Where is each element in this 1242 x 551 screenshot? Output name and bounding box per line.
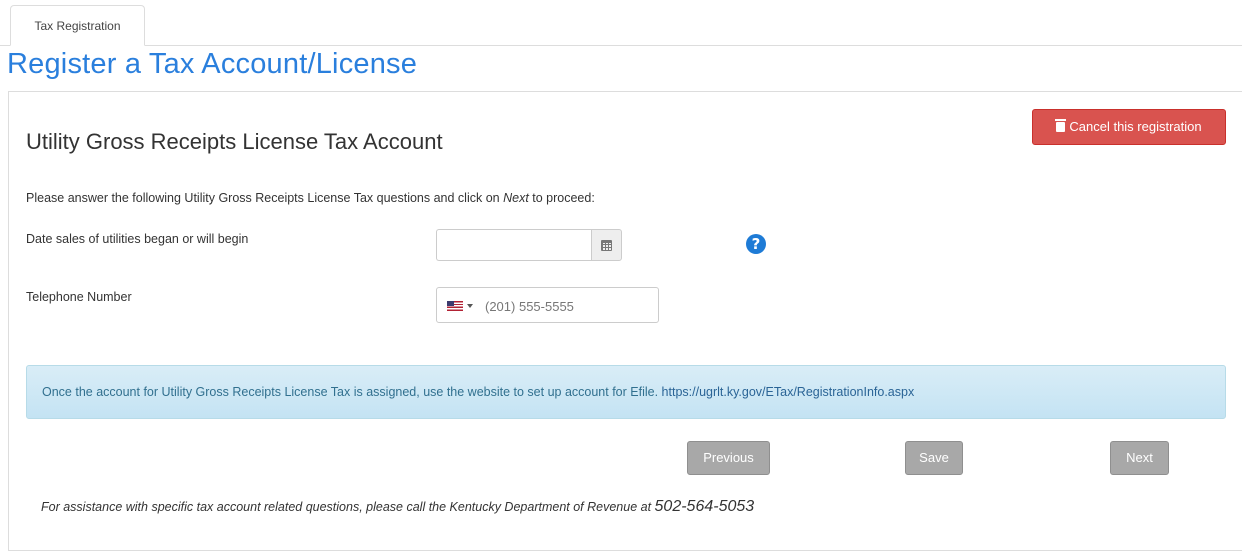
country-selector[interactable]: [447, 300, 477, 312]
section-title: Utility Gross Receipts License Tax Accou…: [26, 129, 443, 154]
instructions-before: Please answer the following Utility Gros…: [26, 191, 504, 205]
tab-label: Tax Registration: [34, 19, 121, 33]
info-text: Once the account for Utility Gross Recei…: [42, 385, 659, 399]
help-icon[interactable]: ?: [746, 234, 766, 254]
cancel-registration-button[interactable]: Cancel this registration: [1032, 109, 1226, 145]
previous-button-label: Previous: [703, 450, 754, 465]
telephone-input[interactable]: [483, 288, 657, 324]
cancel-button-label: Cancel this registration: [1069, 119, 1202, 134]
assistance-phone: 502-564-5053: [654, 498, 755, 515]
page-title: Register a Tax Account/License: [7, 48, 418, 80]
tab-tax-registration[interactable]: Tax Registration: [10, 5, 145, 46]
calendar-icon: [601, 240, 612, 251]
trash-icon: [1055, 119, 1067, 132]
instructions-after: to proceed:: [528, 191, 595, 205]
save-button[interactable]: Save: [905, 441, 963, 475]
date-sales-label: Date sales of utilities began or will be…: [26, 232, 249, 246]
save-button-label: Save: [919, 450, 949, 465]
caret-down-icon: [467, 304, 473, 308]
assistance-message: For assistance with specific tax account…: [41, 500, 655, 514]
next-button-label: Next: [1126, 450, 1153, 465]
telephone-field: [436, 287, 659, 324]
tab-bar: Tax Registration: [0, 0, 1242, 46]
efile-info-alert: Once the account for Utility Gross Recei…: [26, 365, 1226, 419]
instructions-emphasis: Next: [503, 191, 529, 205]
assistance-text: For assistance with specific tax account…: [41, 498, 754, 516]
next-button[interactable]: Next: [1110, 441, 1169, 475]
calendar-button[interactable]: [591, 229, 622, 261]
instructions-text: Please answer the following Utility Gros…: [26, 191, 595, 205]
date-sales-input[interactable]: [436, 229, 592, 261]
us-flag-icon: [447, 301, 463, 311]
previous-button[interactable]: Previous: [687, 441, 770, 475]
efile-link[interactable]: https://ugrlt.ky.gov/ETax/RegistrationIn…: [662, 385, 915, 399]
telephone-label: Telephone Number: [26, 290, 132, 304]
